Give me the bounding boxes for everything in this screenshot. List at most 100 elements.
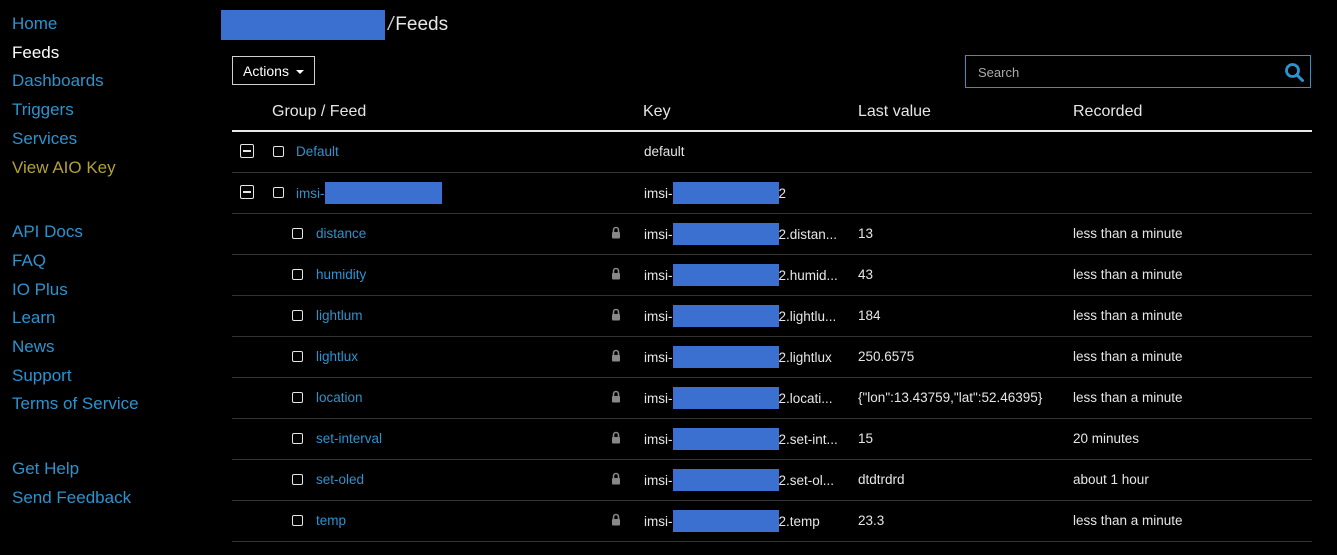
feed-checkbox[interactable]: [292, 310, 303, 321]
lock-icon: [612, 472, 620, 485]
search-icon[interactable]: [1284, 62, 1304, 82]
table-row: set-oled imsi- 2.set-ol... dtdtrdrd about…: [232, 460, 1312, 501]
search-input[interactable]: [966, 56, 1280, 89]
recorded-time: less than a minute: [1073, 390, 1183, 405]
lock-icon: [612, 267, 620, 280]
table-row: set-interval imsi- 2.set-int... 15 20 min…: [232, 419, 1312, 460]
group-name-prefix: imsi-: [296, 185, 325, 201]
feed-name-link[interactable]: set-interval: [316, 431, 382, 446]
key-prefix: imsi-: [644, 349, 673, 365]
last-value: dtdtrdrd: [858, 472, 905, 487]
sidebar-help-nav: Get Help Send Feedback: [12, 455, 212, 512]
key-redacted: [672, 223, 779, 245]
sidebar-item-get-help[interactable]: Get Help: [12, 455, 212, 484]
feed-checkbox[interactable]: [292, 474, 303, 485]
table-row: location imsi- 2.locati... {"lon":13.4375…: [232, 378, 1312, 419]
sidebar-item-faq[interactable]: FAQ: [12, 247, 212, 276]
sidebar-item-home[interactable]: Home: [12, 10, 212, 39]
collapse-group-icon[interactable]: [240, 144, 254, 158]
feed-key: imsi- 2.set-ol...: [644, 468, 834, 492]
key-prefix: imsi-: [644, 472, 673, 488]
feed-checkbox[interactable]: [292, 351, 303, 362]
feed-name-link[interactable]: temp: [316, 513, 346, 528]
sidebar-item-api-docs[interactable]: API Docs: [12, 218, 212, 247]
key-prefix: imsi-: [644, 390, 673, 406]
collapse-group-icon[interactable]: [240, 185, 254, 199]
group-name-redacted: [324, 182, 442, 204]
sidebar-item-news[interactable]: News: [12, 333, 212, 362]
lock-icon: [612, 390, 620, 403]
header-key[interactable]: Key: [643, 103, 671, 121]
table-row: lightlux imsi- 2.lightlux 250.6575 less t…: [232, 337, 1312, 378]
key-suffix: 2.temp: [778, 513, 820, 529]
key-suffix: 2.set-ol...: [778, 472, 835, 488]
key-redacted: [672, 469, 779, 491]
feed-key: imsi- 2.set-int...: [644, 427, 838, 451]
feed-name-link[interactable]: location: [316, 390, 363, 405]
key-redacted: [672, 264, 779, 286]
sidebar-item-terms-of-service[interactable]: Terms of Service: [12, 390, 212, 419]
sidebar-item-support[interactable]: Support: [12, 362, 212, 391]
sidebar-item-io-plus[interactable]: IO Plus: [12, 276, 212, 305]
key-suffix: 2.lightlu...: [778, 308, 837, 324]
feed-checkbox[interactable]: [292, 392, 303, 403]
key-redacted: [672, 305, 779, 327]
feed-name-link[interactable]: distance: [316, 226, 366, 241]
key-redacted: [672, 428, 779, 450]
header-last-value[interactable]: Last value: [858, 103, 931, 121]
feed-name-link[interactable]: set-oled: [316, 472, 364, 487]
sidebar-item-triggers[interactable]: Triggers: [12, 96, 212, 125]
table-row: lightlum imsi- 2.lightlu... 184 less than…: [232, 296, 1312, 337]
page-title: Feeds: [395, 14, 449, 35]
sidebar-item-services[interactable]: Services: [12, 125, 212, 154]
table-row: distance imsi- 2.distan... 13 less than a…: [232, 214, 1312, 255]
table-header: Group / Feed Key Last value Recorded: [232, 94, 1312, 132]
key-suffix: 2.humid...: [778, 267, 838, 283]
key-prefix: imsi-: [644, 431, 673, 447]
last-value: 23.3: [858, 513, 885, 528]
lock-icon: [612, 226, 620, 239]
search-box: [965, 55, 1311, 89]
actions-dropdown-button[interactable]: Actions: [232, 56, 315, 85]
last-value: {"lon":13.43759,"lat":52.46395}: [858, 390, 1043, 405]
feed-checkbox[interactable]: [292, 269, 303, 280]
breadcrumb-username-redacted[interactable]: [221, 10, 385, 40]
key-prefix: imsi-: [644, 308, 673, 324]
key-suffix: 2.set-int...: [778, 431, 838, 447]
recorded-time: about 1 hour: [1073, 472, 1149, 487]
group-name-link[interactable]: Default: [296, 144, 339, 159]
feed-checkbox[interactable]: [292, 228, 303, 239]
sidebar-item-learn[interactable]: Learn: [12, 304, 212, 333]
header-recorded[interactable]: Recorded: [1073, 103, 1142, 121]
feed-key: imsi- 2.lightlu...: [644, 304, 836, 328]
sidebar-item-view-aio-key[interactable]: View AIO Key: [12, 154, 212, 183]
lock-icon: [612, 513, 620, 526]
feeds-page: Home Feeds Dashboards Triggers Services …: [0, 0, 1337, 555]
breadcrumb: / Feeds: [221, 10, 448, 40]
feeds-table: Group / Feed Key Last value Recorded Def…: [232, 94, 1312, 542]
feed-name-link[interactable]: humidity: [316, 267, 366, 282]
recorded-time: less than a minute: [1073, 349, 1183, 364]
feed-name-link[interactable]: lightlum: [316, 308, 363, 323]
lock-icon: [612, 308, 620, 321]
sidebar-secondary-nav: API Docs FAQ IO Plus Learn News Support …: [12, 218, 212, 419]
sidebar-item-feeds[interactable]: Feeds: [12, 39, 212, 68]
breadcrumb-separator: /: [388, 14, 394, 35]
group-name-link[interactable]: imsi-: [296, 181, 442, 205]
feed-name-link[interactable]: lightlux: [316, 349, 358, 364]
sidebar-item-send-feedback[interactable]: Send Feedback: [12, 484, 212, 513]
lock-icon: [612, 431, 620, 444]
key-redacted: [672, 510, 779, 532]
key-prefix: imsi-: [644, 513, 673, 529]
group-row-imsi: imsi- imsi- 2: [232, 173, 1312, 214]
group-checkbox[interactable]: [273, 146, 284, 157]
key-redacted: [672, 346, 779, 368]
feed-checkbox[interactable]: [292, 515, 303, 526]
key-suffix: 2.lightlux: [778, 349, 832, 365]
group-checkbox[interactable]: [273, 187, 284, 198]
header-group-feed[interactable]: Group / Feed: [272, 103, 366, 121]
feed-checkbox[interactable]: [292, 433, 303, 444]
sidebar-item-dashboards[interactable]: Dashboards: [12, 67, 212, 96]
group-key: default: [644, 144, 685, 159]
last-value: 43: [858, 267, 874, 282]
